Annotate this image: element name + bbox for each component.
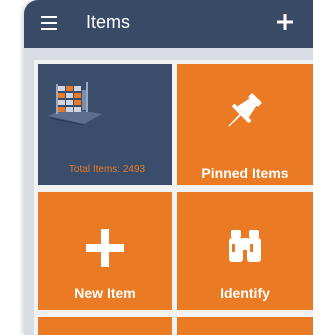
pinned-items-tile[interactable]: Pinned Items [177,64,313,185]
pinned-items-label: Pinned Items [201,165,289,181]
partial-tile-right[interactable] [177,317,313,335]
partial-tile-left[interactable] [38,317,172,335]
binoculars-icon [229,230,261,262]
identify-label: Identify [220,285,270,301]
app-screen: Items Total Items: 2493 Pinned Items New… [24,0,313,335]
identify-tile[interactable]: Identify [177,192,313,310]
total-items-tile[interactable]: Total Items: 2493 [38,64,172,185]
total-items-label: Total Items: 2493 [68,164,146,175]
plus-icon[interactable] [274,11,296,33]
new-item-label: New Item [74,285,136,301]
warehouse-shelves-icon [48,82,102,126]
new-item-tile[interactable]: New Item [38,192,172,310]
plus-icon [86,229,124,267]
app-bar: Items [24,0,313,48]
hamburger-menu-icon[interactable] [41,16,57,30]
page-title: Items [86,12,131,32]
tile-grid: Total Items: 2493 Pinned Items New Item [34,60,313,335]
pushpin-icon [228,93,262,127]
